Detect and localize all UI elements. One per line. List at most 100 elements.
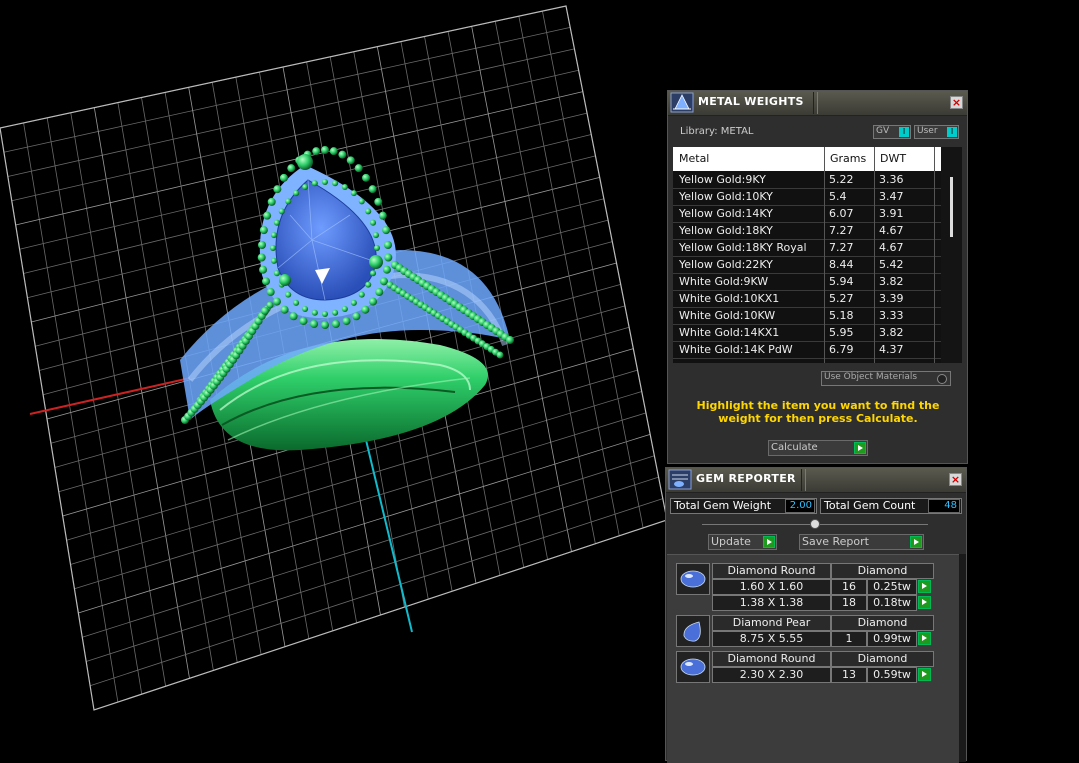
select-gem-button[interactable] [918,668,931,681]
total-gem-weight-value: 2.00 [785,499,815,513]
calculate-hint: Highlight the item you want to find the … [696,399,940,425]
report-icon [668,469,692,490]
metal-name: White Gold:9KW [679,275,769,288]
title-separator [801,469,806,491]
metal-name: White Gold:14K PdW [679,343,793,356]
metal-table-row[interactable]: Yellow Gold:18KY 7.27 4.67 [673,222,941,240]
metal-grams: 7.27 [829,241,854,254]
calculate-button[interactable]: Calculate [768,440,868,456]
metal-table[interactable]: Metal Grams DWT Yellow Gold:9KY 5.22 3.36 Y… [673,147,962,363]
gem-size: 1.38 X 1.38 [712,595,831,611]
gem-count: 16 [831,579,867,595]
y-axis-line [365,439,413,633]
metal-dwt: 3.91 [879,207,904,220]
toggle-icon: I [947,127,957,137]
metal-dwt: 4.67 [879,224,904,237]
total-gem-count-field: Total Gem Count 48 [820,498,962,514]
metal-table-row[interactable]: White Gold:14KX1 5.95 3.82 [673,324,941,342]
user-toggle[interactable]: User I [914,125,959,139]
column-header-grams[interactable]: Grams [830,152,866,165]
metal-grams: 6.79 [829,343,854,356]
update-button[interactable]: Update [708,534,777,550]
metal-grams: 7.27 [829,224,854,237]
metal-table-row[interactable]: White Gold:10KX1 5.27 3.39 [673,290,941,308]
metal-dwt: 3.33 [879,309,904,322]
column-header-dwt[interactable]: DWT [880,152,906,165]
metal-dwt: 4.67 [879,241,904,254]
metal-grams: 5.27 [829,292,854,305]
metal-weights-title: METAL WEIGHTS [698,95,804,108]
title-separator [813,92,818,114]
metal-grams: 6.07 [829,207,854,220]
total-gem-weight-field: Total Gem Weight 2.00 [670,498,817,514]
metal-name: Yellow Gold:18KY [679,224,773,237]
gem-reporter-title: GEM REPORTER [696,472,796,485]
toggle-icon: I [899,127,909,137]
metal-name: White Gold:10KW [679,309,776,322]
total-gem-count-value: 48 [928,499,960,513]
gem-reporter-panel: GEM REPORTER × Total Gem Weight 2.00 Tot… [665,467,967,763]
splitter-handle-icon[interactable] [810,519,820,529]
metal-dwt: 3.36 [879,173,904,186]
metal-weights-panel: METAL WEIGHTS × Library: METAL GV I User… [667,90,968,464]
metal-table-row[interactable]: Yellow Gold:10KY 5.4 3.47 [673,188,941,206]
metal-table-row[interactable]: Yellow Gold:14KY 6.07 3.91 [673,205,941,223]
metal-grams: 5.95 [829,326,854,339]
gem-round-icon[interactable] [676,563,710,595]
column-header-metal[interactable]: Metal [679,152,709,165]
radio-icon [937,374,947,384]
scale-icon [670,92,694,113]
gem-weight: 0.18tw [867,595,917,611]
metal-name: White Gold:14KX1 [679,326,780,339]
library-label: Library: METAL [680,126,754,137]
gem-weight: 0.99tw [867,631,917,647]
scrollbar-thumb[interactable] [950,177,953,237]
play-arrow-icon [910,536,922,548]
column-divider [824,147,825,363]
metal-grams: 8.44 [829,258,854,271]
use-object-materials-button[interactable]: Use Object Materials [821,371,951,386]
metal-weights-titlebar[interactable]: METAL WEIGHTS × [668,91,967,116]
play-arrow-icon [763,536,775,548]
metal-table-row[interactable]: Yellow Gold:22KY 8.44 5.42 [673,256,941,274]
gem-size: 2.30 X 2.30 [712,667,831,683]
gem-size: 1.60 X 1.60 [712,579,831,595]
gem-reporter-titlebar[interactable]: GEM REPORTER × [666,468,966,493]
play-arrow-icon [854,442,866,454]
gem-round-icon[interactable] [676,651,710,683]
metal-table-row[interactable]: Yellow Gold:18KY Royal 7.27 4.67 [673,239,941,257]
select-gem-button[interactable] [918,632,931,645]
gem-list-scrollbar[interactable] [959,554,966,762]
metal-dwt: 4.37 [879,343,904,356]
metal-name: Yellow Gold:18KY Royal [679,241,807,254]
gem-material: Diamond [831,651,934,667]
gem-material: Diamond [831,563,934,579]
metal-dwt: 3.82 [879,275,904,288]
metal-grams: 5.22 [829,173,854,186]
column-divider [874,147,875,363]
metal-table-scrollbar[interactable] [941,147,962,363]
select-gem-button[interactable] [918,596,931,609]
save-report-button[interactable]: Save Report [799,534,924,550]
metal-table-row[interactable]: Yellow Gold:9KY 5.22 3.36 [673,171,941,189]
metal-dwt: 3.82 [879,326,904,339]
gem-size: 8.75 X 5.55 [712,631,831,647]
metal-name: Yellow Gold:10KY [679,190,773,203]
gem-name: Diamond Pear [712,615,831,631]
metal-table-row[interactable]: White Gold:14K PdW 6.79 4.37 [673,341,941,359]
select-gem-button[interactable] [918,580,931,593]
metal-name: Yellow Gold:14KY [679,207,773,220]
metal-name: Yellow Gold:9KY [679,173,766,186]
close-icon[interactable]: × [950,96,963,109]
gem-material: Diamond [831,615,934,631]
metal-table-row[interactable]: White Gold:10KW 5.18 3.33 [673,307,941,325]
gem-name: Diamond Round [712,563,831,579]
metal-table-header: Metal Grams DWT [673,147,941,171]
gem-name: Diamond Round [712,651,831,667]
close-icon[interactable]: × [949,473,962,486]
gem-pear-icon[interactable] [676,615,710,647]
gv-toggle[interactable]: GV I [873,125,911,139]
metal-dwt: 3.47 [879,190,904,203]
metal-table-row[interactable]: White Gold:9KW 5.94 3.82 [673,273,941,291]
gem-count: 18 [831,595,867,611]
